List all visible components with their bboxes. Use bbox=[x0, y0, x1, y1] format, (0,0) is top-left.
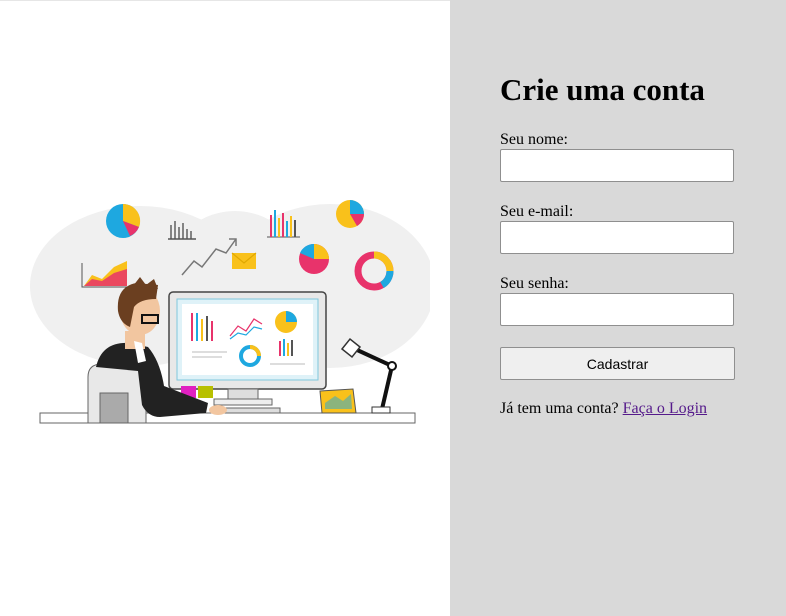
name-field[interactable] bbox=[500, 149, 734, 182]
name-field-wrapper bbox=[500, 149, 734, 182]
login-prompt-line: Já tem uma conta? Faça o Login bbox=[500, 400, 707, 418]
login-prompt-text: Já tem uma conta? bbox=[500, 400, 619, 417]
office-chair-icon bbox=[87, 363, 147, 424]
analytics-illustration bbox=[30, 200, 430, 424]
floating-pie-chart-icon bbox=[336, 200, 364, 228]
floating-pie-chart-icon bbox=[106, 203, 141, 238]
floating-pie-chart-icon bbox=[299, 243, 329, 274]
signup-panel: Crie uma conta Seu nome: Seu e-mail: Seu… bbox=[450, 0, 786, 616]
tablet-icon bbox=[319, 388, 357, 414]
envelope-icon bbox=[231, 252, 257, 269]
page-title: Crie uma conta bbox=[500, 72, 705, 107]
email-field[interactable] bbox=[500, 221, 734, 254]
password-field[interactable] bbox=[500, 293, 734, 326]
signup-form: Crie uma conta Seu nome: Seu e-mail: Seu… bbox=[500, 70, 736, 417]
register-button[interactable]: Cadastrar bbox=[500, 347, 735, 380]
name-label: Seu nome: bbox=[500, 131, 568, 148]
email-field-wrapper bbox=[500, 221, 734, 254]
illustration-panel bbox=[0, 0, 450, 616]
sticky-note-icon bbox=[198, 386, 213, 398]
login-link[interactable]: Faça o Login bbox=[623, 400, 707, 417]
password-field-wrapper bbox=[500, 293, 734, 326]
email-label: Seu e-mail: bbox=[500, 203, 574, 220]
password-label: Seu senha: bbox=[500, 275, 569, 292]
